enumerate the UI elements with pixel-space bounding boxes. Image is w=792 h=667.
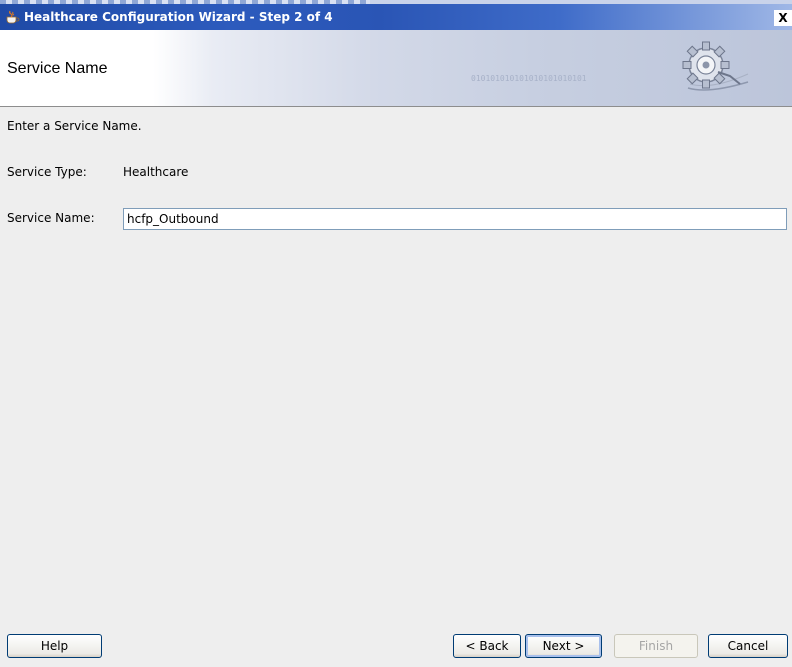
window-title: Healthcare Configuration Wizard - Step 2… <box>24 10 333 24</box>
banner-graphic: 010101010101010101010101 <box>153 30 792 106</box>
header-banner: 010101010101010101010101 Service Name <box>0 30 792 107</box>
binary-decoration: 010101010101010101010101 <box>471 74 587 83</box>
service-name-label: Service Name: <box>7 211 95 225</box>
service-name-input[interactable] <box>123 208 787 230</box>
title-bar[interactable]: Healthcare Configuration Wizard - Step 2… <box>0 4 792 30</box>
gear-icon <box>682 41 749 91</box>
service-type-value: Healthcare <box>123 165 189 179</box>
back-button[interactable]: < Back <box>453 634 521 658</box>
close-button[interactable]: X <box>774 10 792 26</box>
instruction-text: Enter a Service Name. <box>7 119 142 133</box>
help-button[interactable]: Help <box>7 634 102 658</box>
java-cup-icon <box>6 10 20 24</box>
page-title: Service Name <box>7 60 108 77</box>
wizard-window: Healthcare Configuration Wizard - Step 2… <box>0 0 792 667</box>
finish-button[interactable]: Finish <box>614 634 698 658</box>
service-type-label: Service Type: <box>7 165 87 179</box>
next-button[interactable]: Next > <box>525 634 602 658</box>
cancel-button[interactable]: Cancel <box>708 634 788 658</box>
